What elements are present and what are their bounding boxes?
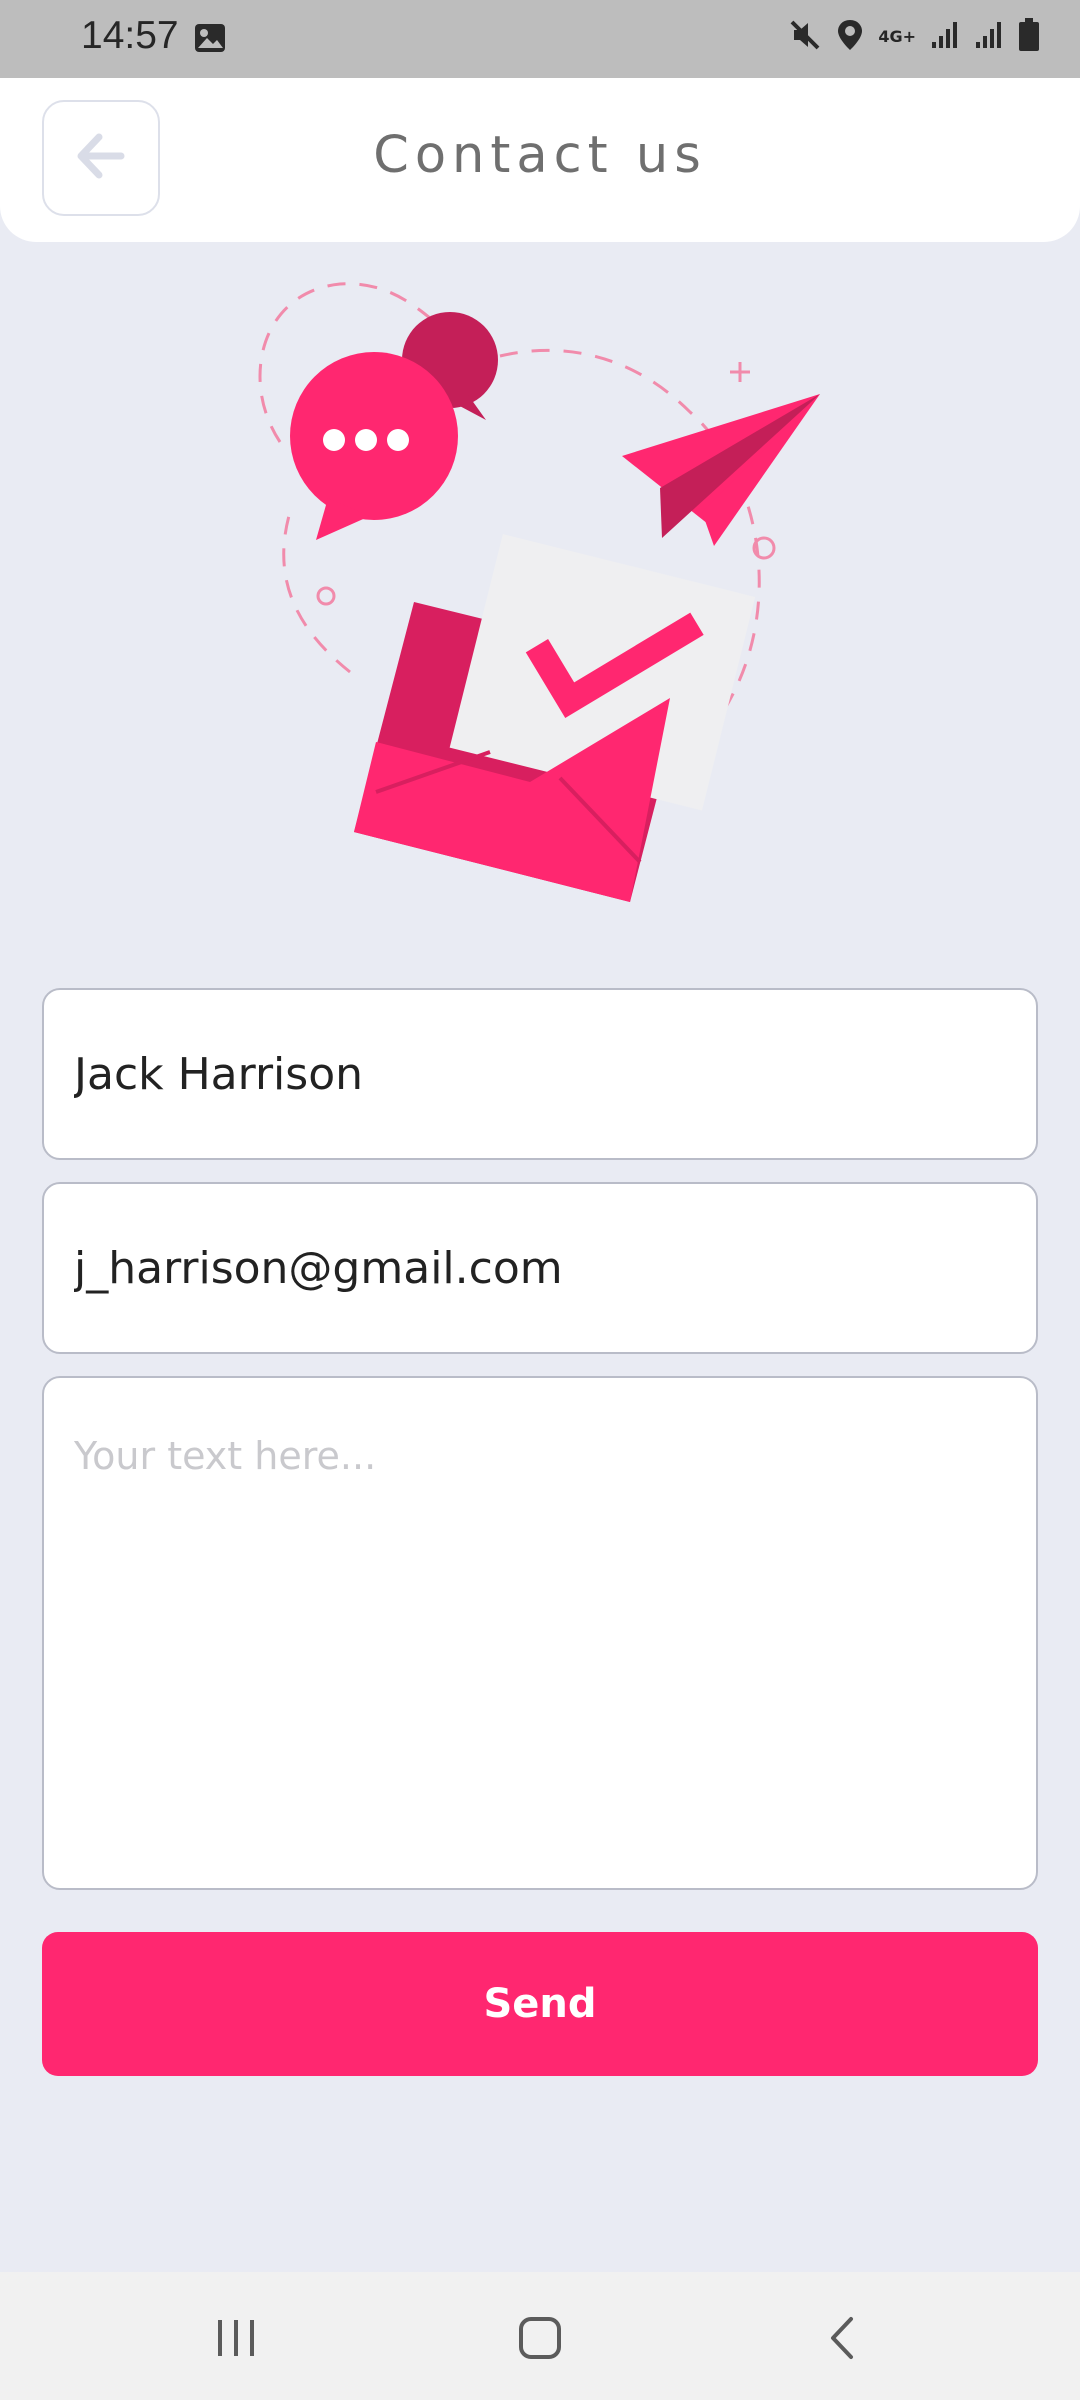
recent-apps-icon [214, 2318, 258, 2362]
name-field[interactable] [42, 988, 1038, 1160]
network-type: 4G+ [878, 27, 916, 46]
email-field[interactable] [42, 1182, 1038, 1354]
page-title: Contact us [373, 126, 707, 185]
back-icon [825, 2315, 859, 2365]
message-field[interactable] [42, 1376, 1038, 1890]
gallery-icon [193, 22, 227, 58]
battery-icon [1018, 18, 1040, 56]
home-button[interactable] [500, 2310, 580, 2370]
send-button[interactable]: Send [42, 1932, 1038, 2076]
envelope-checkmark-illustration [230, 262, 850, 922]
status-icons: 4G+ [788, 18, 1040, 56]
mute-icon [788, 18, 822, 56]
status-time: 14:57 [81, 14, 179, 57]
signal-icon [974, 20, 1004, 54]
status-bar: 14:57 4G+ [0, 0, 1080, 78]
home-icon [517, 2315, 563, 2365]
header: Contact us [0, 78, 1080, 242]
system-back-button[interactable] [802, 2310, 882, 2370]
signal-icon [930, 20, 960, 54]
recent-apps-button[interactable] [196, 2310, 276, 2370]
navigation-bar [0, 2272, 1080, 2400]
location-icon [836, 18, 864, 56]
